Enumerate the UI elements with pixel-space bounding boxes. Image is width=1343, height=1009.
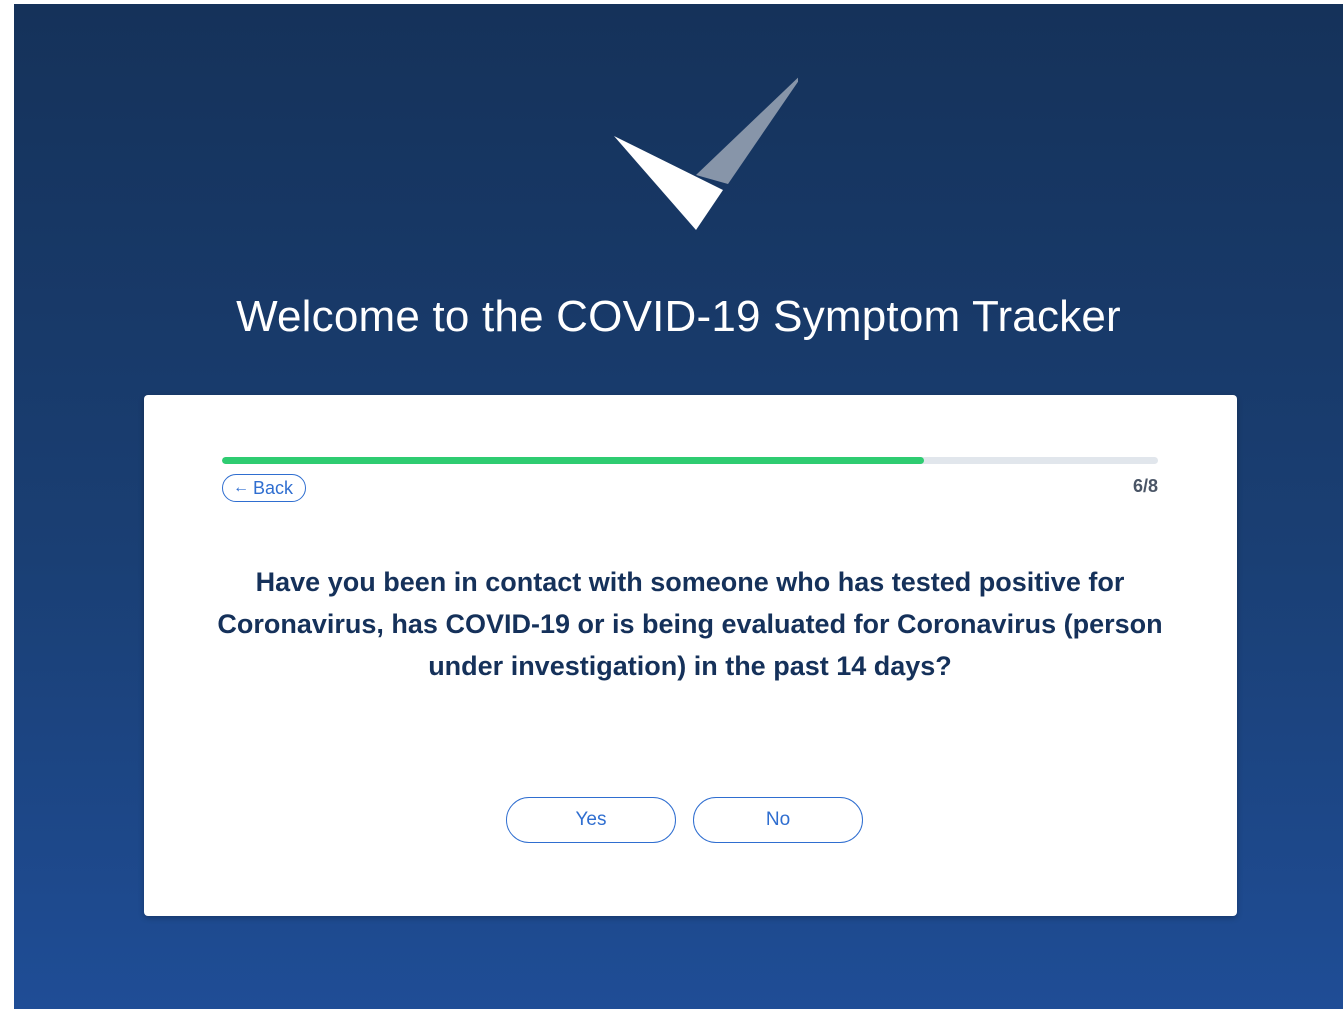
no-button[interactable]: No <box>693 797 863 843</box>
progress-bar <box>222 457 1158 464</box>
yes-button[interactable]: Yes <box>506 797 676 843</box>
page-title: Welcome to the COVID-19 Symptom Tracker <box>236 292 1121 341</box>
question-card: ← Back 6/8 Have you been in contact with… <box>144 395 1237 916</box>
step-counter: 6/8 <box>1132 476 1158 496</box>
progress-bar-fill <box>222 457 924 464</box>
checkmark-logo-icon <box>614 77 798 230</box>
back-button[interactable]: ← Back <box>222 474 307 502</box>
question-text: Have you been in contact with someone wh… <box>217 567 1163 681</box>
back-button-label: Back <box>253 477 294 498</box>
arrow-left-icon: ← <box>233 479 249 496</box>
page-background: Welcome to the COVID-19 Symptom Tracker … <box>14 4 1343 1009</box>
